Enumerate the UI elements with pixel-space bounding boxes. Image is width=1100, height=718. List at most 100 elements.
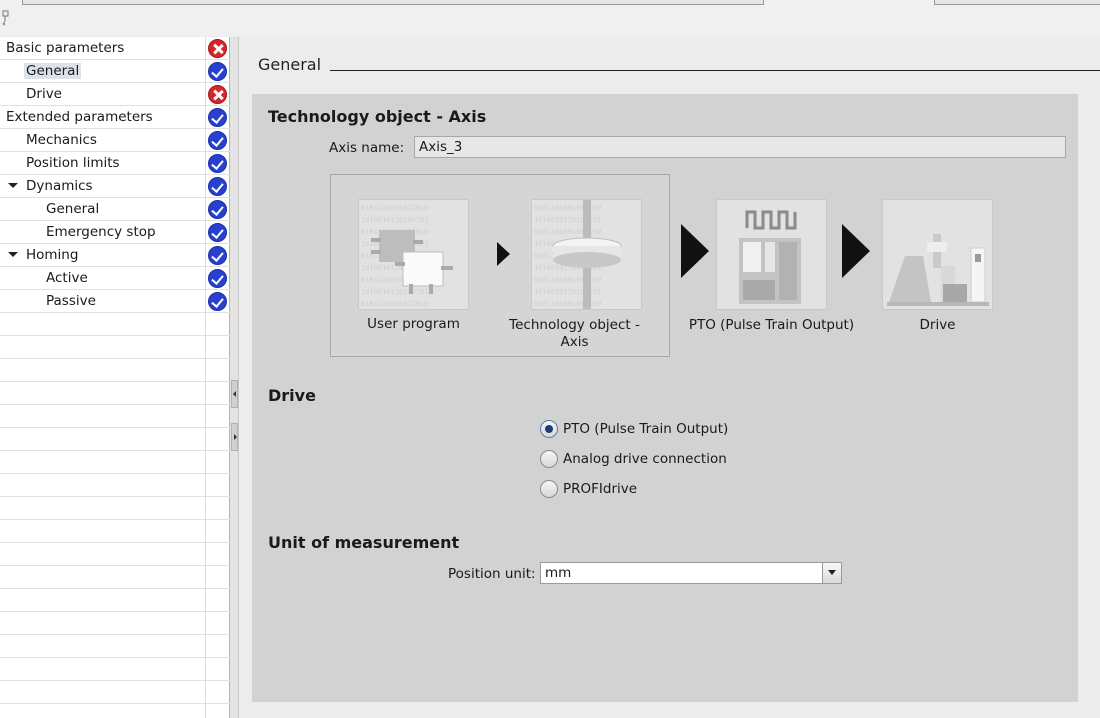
tree-item-basic-parameters[interactable]: Basic parameters: [0, 37, 230, 60]
svg-text:1010010110100101: 1010010110100101: [534, 288, 601, 296]
ok-status-icon: [208, 154, 227, 173]
pin-icon[interactable]: [1, 8, 11, 26]
tree-item-label: Passive: [46, 293, 96, 309]
parameter-tree: Basic parameters General Drive Extended …: [0, 37, 230, 718]
tree-empty-row: [0, 543, 230, 566]
svg-text:0101101001011010: 0101101001011010: [534, 276, 601, 284]
tree-empty-row: [0, 589, 230, 612]
tree-item-label: Extended parameters: [6, 109, 153, 125]
svg-text:0101101001011010: 0101101001011010: [534, 300, 601, 308]
ok-status-icon: [208, 108, 227, 127]
ok-status-icon: [208, 223, 227, 242]
tree-item-emergency-stop[interactable]: Emergency stop: [0, 221, 230, 244]
tree-item-passive[interactable]: Passive: [0, 290, 230, 313]
tree-empty-row: [0, 566, 230, 589]
tree-item-mechanics[interactable]: Mechanics: [0, 129, 230, 152]
tech-object-title: Technology object - Axis: [268, 107, 487, 126]
user-program-caption: User program: [367, 316, 460, 332]
tree-item-label: Position limits: [26, 155, 120, 171]
chevron-down-icon[interactable]: [822, 563, 841, 583]
position-unit-select[interactable]: mm: [540, 562, 842, 584]
tree-empty-row: [0, 474, 230, 497]
radio-label: PROFIdrive: [563, 481, 638, 497]
tree-item-label: Drive: [26, 86, 62, 102]
radio-button[interactable]: [540, 450, 558, 468]
position-unit-value: mm: [545, 565, 572, 581]
svg-text:0101101001011010: 0101101001011010: [534, 228, 601, 236]
tree-empty-row: [0, 681, 230, 704]
error-status-icon: [208, 39, 227, 58]
editor-tab-right[interactable]: [934, 0, 1100, 5]
tree-item-label: Homing: [26, 247, 79, 263]
unit-section-title: Unit of measurement: [268, 533, 460, 552]
editor-tab-bar[interactable]: [22, 0, 764, 5]
drive-section-title: Drive: [268, 386, 316, 405]
ok-status-icon: [208, 131, 227, 150]
radio-label: PTO (Pulse Train Output): [563, 421, 729, 437]
section-title: General: [258, 55, 322, 74]
svg-text:0101101001011010: 0101101001011010: [534, 204, 601, 212]
svg-text:1010010110100101: 1010010110100101: [361, 216, 428, 224]
tree-item-drive[interactable]: Drive: [0, 83, 230, 106]
technology-object-caption: Technology object - Axis: [508, 317, 641, 351]
tree-empty-row: [0, 382, 230, 405]
radio-button[interactable]: [540, 480, 558, 498]
ok-status-icon: [208, 62, 227, 81]
technology-object-caption-line2: Axis: [560, 334, 589, 350]
technology-object-caption-line1: Technology object -: [509, 317, 640, 333]
axis-name-input[interactable]: [414, 136, 1066, 158]
tree-item-label: General: [24, 63, 82, 79]
technology-object-icon: 0101101001011010 1010010110100101 01011010…: [531, 199, 642, 310]
panel-splitter[interactable]: [230, 37, 239, 718]
tree-empty-row: [0, 359, 230, 382]
tree-item-homing[interactable]: Homing: [0, 244, 230, 267]
axis-name-label: Axis name:: [329, 140, 405, 156]
tree-item-position-limits[interactable]: Position limits: [0, 152, 230, 175]
user-program-icon: 0101101001011010 1010010110100101 01011010…: [358, 199, 469, 310]
tree-item-dynamics[interactable]: Dynamics: [0, 175, 230, 198]
drive-option-profidrive[interactable]: PROFIdrive: [540, 478, 637, 500]
tree-empty-row: [0, 658, 230, 681]
radio-label: Analog drive connection: [563, 451, 727, 467]
tree-item-active[interactable]: Active: [0, 267, 230, 290]
flow-arrow-icon: [681, 224, 709, 278]
tree-item-label: Active: [46, 270, 88, 286]
tree-empty-row: [0, 612, 230, 635]
svg-text:0101101001011010: 0101101001011010: [361, 204, 428, 212]
flow-arrow-icon: [842, 224, 870, 278]
ok-status-icon: [208, 200, 227, 219]
tree-item-general[interactable]: General: [0, 60, 230, 83]
config-flow-group: 0101101001011010 1010010110100101 01011010…: [330, 174, 670, 357]
expand-right-button[interactable]: [231, 423, 238, 451]
tree-item-label: Mechanics: [26, 132, 97, 148]
tree-empty-row: [0, 313, 230, 336]
tree-item-extended-parameters[interactable]: Extended parameters: [0, 106, 230, 129]
error-status-icon: [208, 85, 227, 104]
settings-panel: Technology object - Axis Axis name: 0101…: [252, 94, 1078, 702]
drive-caption: Drive: [919, 317, 956, 333]
tree-empty-row: [0, 451, 230, 474]
arrow-left-icon: [233, 391, 236, 397]
collapse-arrow-icon[interactable]: [6, 180, 18, 192]
ok-status-icon: [208, 177, 227, 196]
tree-item-label: Emergency stop: [46, 224, 156, 240]
tree-empty-row: [0, 497, 230, 520]
tree-item-dynamics-general[interactable]: General: [0, 198, 230, 221]
svg-text:0101101001011010: 0101101001011010: [361, 300, 428, 308]
collapse-left-button[interactable]: [231, 380, 238, 408]
drive-option-pto[interactable]: PTO (Pulse Train Output): [540, 418, 728, 440]
collapse-arrow-icon[interactable]: [6, 249, 18, 261]
tree-empty-row: [0, 635, 230, 658]
tree-item-label: Basic parameters: [6, 40, 125, 56]
main-content: General Technology object - Axis Axis na…: [240, 37, 1100, 718]
arrow-right-icon: [234, 434, 237, 440]
tree-item-label: Dynamics: [26, 178, 93, 194]
ok-status-icon: [208, 246, 227, 265]
top-bar: [0, 0, 1100, 36]
tree-empty-row: [0, 336, 230, 359]
radio-button[interactable]: [540, 420, 558, 438]
drive-option-analog[interactable]: Analog drive connection: [540, 448, 727, 470]
section-divider: [330, 70, 1100, 71]
pto-module-icon: [716, 199, 827, 310]
ok-status-icon: [208, 292, 227, 311]
